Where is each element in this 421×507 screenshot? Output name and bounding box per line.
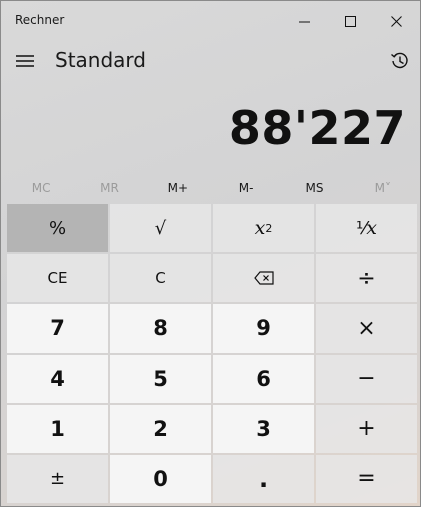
memory-add-button[interactable]: M+ (144, 177, 212, 199)
square-button[interactable]: x2 (213, 204, 314, 253)
history-button[interactable] (387, 48, 413, 74)
memory-recall-button[interactable]: MR (75, 177, 143, 199)
minimize-button[interactable] (281, 1, 327, 41)
close-button[interactable] (373, 1, 419, 41)
calculator-mode-title: Standard (55, 48, 146, 72)
add-button[interactable]: + (316, 404, 417, 453)
maximize-button[interactable] (327, 1, 373, 41)
keypad: % √ x2 ⅟x CE C ÷ 7 8 9 × 4 5 6 − 1 2 3 +… (7, 204, 417, 503)
backspace-button[interactable] (213, 254, 314, 303)
close-icon (390, 15, 402, 27)
memory-subtract-button[interactable]: M- (212, 177, 280, 199)
equals-button[interactable]: = (316, 454, 417, 503)
title-bar[interactable]: Rechner (1, 1, 420, 41)
digit-1-button[interactable]: 1 (7, 404, 108, 453)
backspace-icon (253, 271, 274, 285)
reciprocal-button[interactable]: ⅟x (316, 204, 417, 253)
reciprocal-x-label: x (366, 217, 377, 240)
digit-3-button[interactable]: 3 (213, 404, 314, 453)
digit-6-button[interactable]: 6 (213, 354, 314, 403)
percent-button[interactable]: % (7, 204, 108, 253)
memory-clear-button[interactable]: MC (7, 177, 75, 199)
minimize-icon (298, 21, 310, 22)
digit-8-button[interactable]: 8 (110, 304, 211, 353)
square-base-label: x (254, 217, 266, 240)
digit-5-button[interactable]: 5 (110, 354, 211, 403)
history-icon (391, 52, 408, 69)
window-title: Rechner (15, 13, 65, 27)
reciprocal-fraction-label: ⅟ (356, 217, 367, 239)
digit-0-button[interactable]: 0 (110, 454, 211, 503)
digit-4-button[interactable]: 4 (7, 354, 108, 403)
navigation-menu-button[interactable] (11, 49, 39, 73)
digit-9-button[interactable]: 9 (213, 304, 314, 353)
square-exponent-label: 2 (265, 221, 273, 235)
clear-entry-button[interactable]: CE (7, 254, 108, 303)
clear-button[interactable]: C (110, 254, 211, 303)
memory-list-button[interactable]: M˅ (349, 177, 417, 199)
negate-button[interactable]: ± (7, 454, 108, 503)
memory-store-button[interactable]: MS (280, 177, 348, 199)
digit-7-button[interactable]: 7 (7, 304, 108, 353)
divide-button[interactable]: ÷ (316, 254, 417, 303)
hamburger-menu-icon (16, 55, 34, 67)
decimal-button[interactable]: . (213, 454, 314, 503)
result-display: 88'227 (228, 101, 406, 155)
subtract-button[interactable]: − (316, 354, 417, 403)
maximize-icon (344, 15, 356, 27)
digit-2-button[interactable]: 2 (110, 404, 211, 453)
multiply-button[interactable]: × (316, 304, 417, 353)
square-root-button[interactable]: √ (110, 204, 211, 253)
calculator-window: Rechner Standard 88'227 MC MR M+ M- MS M… (0, 0, 421, 507)
memory-row: MC MR M+ M- MS M˅ (7, 177, 417, 199)
